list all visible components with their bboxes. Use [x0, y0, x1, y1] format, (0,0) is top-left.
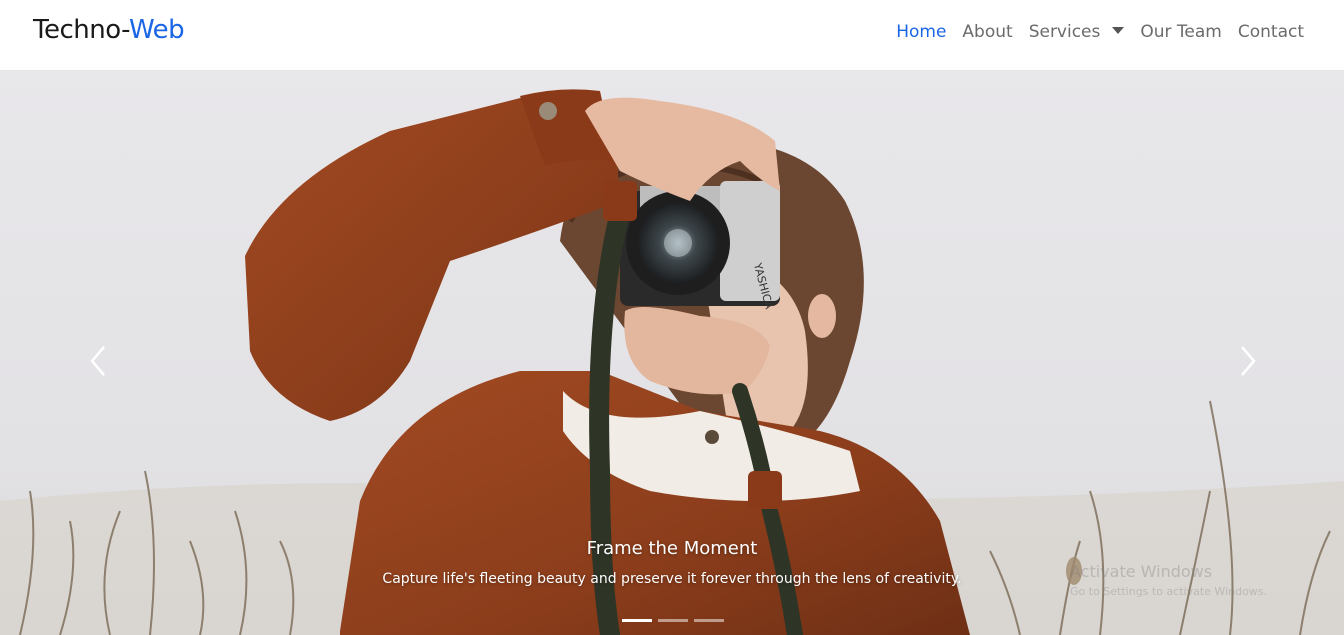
nav-link-our-team[interactable]: Our Team: [1140, 22, 1221, 42]
carousel-indicator[interactable]: [694, 619, 724, 622]
nav-link-contact[interactable]: Contact: [1238, 22, 1304, 42]
navbar: Techno-Web Home About Services Our Team …: [0, 0, 1344, 71]
brand-accent: Web: [128, 15, 185, 45]
caret-down-icon: [1112, 26, 1125, 34]
carousel-indicators: [622, 619, 724, 622]
nav-link-home[interactable]: Home: [896, 22, 946, 42]
activate-windows-subtext: Go to Settings to activate Windows.: [1070, 585, 1268, 598]
carousel-prev-button[interactable]: [84, 341, 114, 381]
main-nav: Home About Services Our Team Contact: [896, 22, 1304, 42]
brand-logo[interactable]: Techno-Web: [33, 15, 185, 45]
nav-link-about[interactable]: About: [962, 22, 1012, 42]
chevron-right-icon: [1241, 346, 1256, 376]
carousel-indicator[interactable]: [658, 619, 688, 622]
brand-main: Techno-: [33, 15, 129, 45]
nav-link-services-label: Services: [1028, 22, 1101, 42]
nav-link-services[interactable]: Services: [1029, 22, 1125, 42]
chevron-left-icon: [90, 346, 105, 376]
hero-carousel: YASHICA Frame the Moment Capture life's …: [0, 71, 1344, 635]
carousel-next-button[interactable]: [1232, 341, 1262, 381]
carousel-indicator[interactable]: [622, 619, 652, 622]
carousel-caption-title: Frame the Moment: [586, 538, 758, 559]
activate-windows-watermark: Activate Windows: [1070, 562, 1213, 581]
